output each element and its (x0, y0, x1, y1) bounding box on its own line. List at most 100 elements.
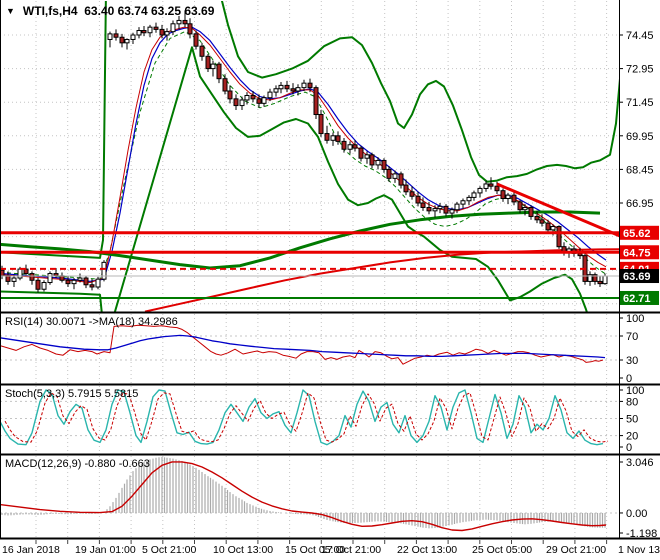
candle-body (369, 154, 375, 166)
candle-body (539, 219, 545, 224)
macd-axis-label: -1.198 (626, 528, 657, 540)
candle-body (324, 133, 330, 141)
candle-body (244, 94, 250, 101)
time-axis-label: 19 Jan 01:00 (75, 544, 136, 556)
candle-body (71, 279, 77, 285)
rsi-panel-label: RSI(14) 30.0071 ->MA(18) 34.2986 (5, 316, 178, 328)
price-axis-label: 66.95 (626, 198, 654, 210)
time-axis-label: 22 Oct 13:00 (397, 544, 457, 556)
candle-body (505, 194, 511, 200)
time-axis-label: 16 Jan 2018 (2, 544, 60, 556)
rsi-axis-label: 0 (626, 373, 632, 385)
candle-body (199, 45, 205, 57)
series-ma_fast_blue (1, 26, 607, 282)
candle-body (517, 201, 523, 211)
candle-body (386, 168, 392, 179)
rsi-axis-label: 100 (626, 313, 644, 325)
candle-body (466, 196, 472, 202)
chart-window: 74.45 72.95 71.45 69.95 68.45 66.95 100 70 30 0 10… (0, 0, 660, 560)
candle-body (17, 268, 23, 279)
chart-canvas[interactable]: 74.4572.9571.4569.9568.4566.951007030010… (0, 0, 660, 560)
candle-body (460, 200, 466, 205)
candle-body (477, 187, 483, 194)
price-axis-label: 68.45 (626, 164, 654, 176)
price-axis-label: 72.95 (626, 64, 654, 76)
candle-body (29, 273, 35, 281)
candle-body (352, 144, 358, 149)
price-axis-label: 69.95 (626, 131, 654, 143)
candle-body (239, 99, 245, 107)
chart-title: WTI,fs,H4 63.40 63.74 63.25 63.69 (22, 4, 215, 18)
time-axis-label: 1 Nov 13:00 (618, 544, 660, 556)
candle-body (130, 34, 136, 40)
candle-body (222, 78, 228, 92)
candle-body (159, 28, 165, 36)
time-axis-label: 25 Oct 05:00 (472, 544, 532, 556)
candle-body (295, 87, 301, 92)
candle-body (101, 261, 107, 280)
candle-body (437, 205, 443, 210)
candle-body (522, 206, 528, 211)
rsi-series (0, 324, 606, 365)
rsi-axis-label: 30 (626, 355, 638, 367)
candle-body (392, 173, 398, 179)
price-axis-label: 71.45 (626, 97, 654, 109)
candle-body (136, 30, 142, 36)
candle-body (41, 282, 47, 290)
candle-body (153, 26, 159, 30)
candle-body (556, 226, 562, 248)
symbol-dropdown-icon[interactable]: ▼ (6, 6, 15, 16)
series-rsi (0, 324, 604, 365)
candle-body (534, 215, 540, 221)
candle-body (119, 36, 125, 44)
candle-body (256, 98, 262, 104)
time-axis-label: 17 Oct 21:00 (321, 544, 381, 556)
candle-body (261, 97, 267, 104)
candle-body (500, 190, 506, 200)
candle-body (164, 31, 170, 36)
candle-body (403, 184, 409, 193)
candle-body (443, 205, 449, 214)
candle-body (341, 140, 347, 150)
candle-body (398, 173, 404, 186)
candle-body (227, 90, 233, 100)
candle-body (141, 30, 147, 34)
candle-body (494, 185, 500, 192)
candle-body (347, 144, 353, 150)
candle-body (89, 284, 95, 288)
trendline (496, 182, 619, 238)
candle-body (273, 88, 279, 93)
candle-body (364, 154, 370, 159)
time-axis-label: 5 Oct 21:00 (142, 544, 196, 556)
candle-body (449, 209, 455, 214)
candle-body (335, 135, 341, 142)
stoch-axis-label: 100 (626, 385, 644, 397)
candle-body (528, 206, 534, 217)
candle-body (95, 278, 101, 288)
candle-body (11, 277, 17, 282)
candle-body (290, 88, 296, 92)
candle-body (65, 279, 71, 285)
candle-body (35, 279, 41, 290)
candle-body (47, 273, 53, 284)
price-label-text: 63.69 (623, 271, 651, 283)
stoch-axis-label: 80 (626, 396, 638, 408)
price-label-text: 64.75 (623, 247, 651, 259)
price-label-text: 65.62 (623, 228, 651, 240)
candle-body (301, 82, 307, 89)
stoch-axis-label: 50 (626, 414, 638, 426)
candle-body (176, 19, 182, 25)
candle-body (205, 55, 211, 70)
candle-body (313, 87, 319, 116)
stoch-axis-label: 0 (626, 442, 632, 454)
candle-body (318, 114, 324, 135)
macd-panel-label: MACD(12,26,9) -0.880 -0.663 (5, 458, 150, 470)
candle-body (426, 206, 432, 212)
candle-body (284, 84, 290, 90)
candle-body (113, 33, 119, 38)
candle-body (233, 98, 239, 107)
series-rsi_ma (0, 334, 606, 359)
series-bb_middle (0, 31, 606, 280)
series-ma_long_green (0, 210, 601, 270)
candle-body (550, 226, 556, 231)
